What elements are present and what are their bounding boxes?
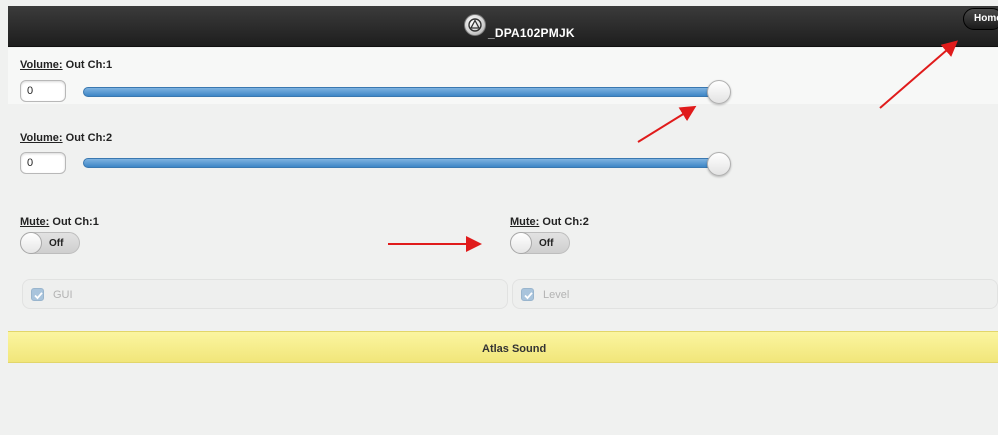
- arrow-to-home-button: [879, 40, 959, 109]
- page: _DPA102PMJK Home Volume: Out Ch:1 0 Volu…: [0, 0, 998, 435]
- arrow-to-volume-1-thumb: [637, 105, 697, 143]
- annotation-arrows: [388, 40, 959, 252]
